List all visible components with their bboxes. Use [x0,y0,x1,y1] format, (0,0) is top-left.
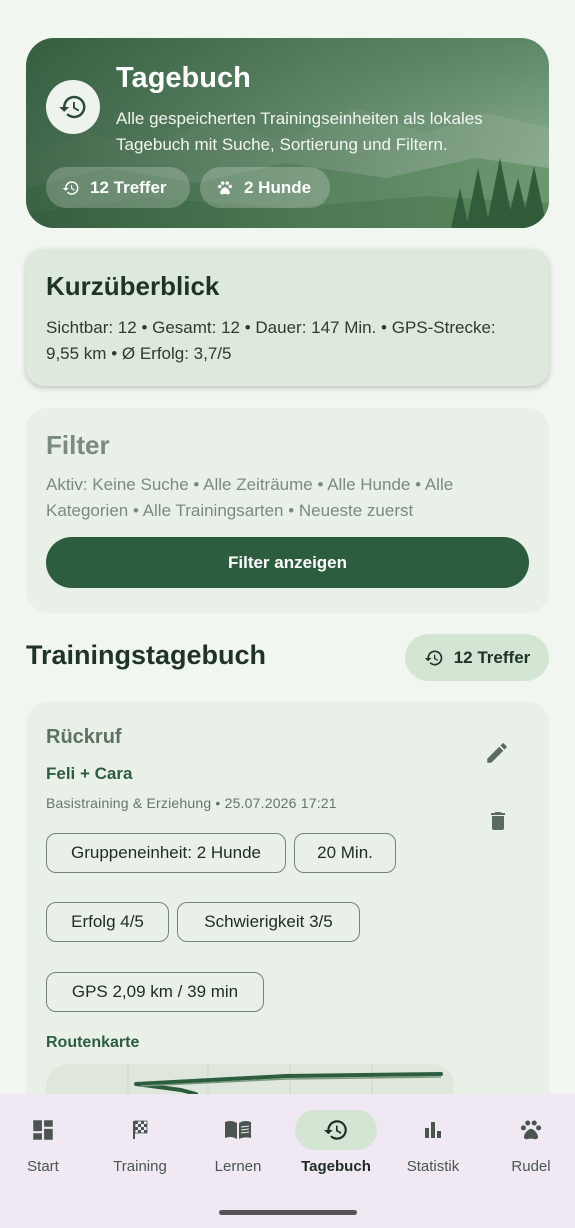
dashboard-icon [2,1110,84,1150]
show-filter-button[interactable]: Filter anzeigen [46,537,529,588]
nav-item-training[interactable]: Training [92,1094,188,1190]
overview-card: Kurzüberblick Sichtbar: 12 • Gesamt: 12 … [26,249,549,386]
nav-label-start: Start [27,1158,59,1175]
entry-dogs: Feli + Cara [46,764,133,783]
nav-item-tagebuch[interactable]: Tagebuch [288,1094,384,1190]
history-icon [62,180,79,195]
route-map-label: Routenkarte [46,1034,140,1051]
tag-group-unit: Gruppeneinheit: 2 Hunde [46,833,286,873]
tag-duration: 20 Min. [294,833,396,873]
history-icon [46,80,100,134]
nav-label-tagebuch: Tagebuch [301,1158,371,1175]
nav-label-lernen: Lernen [214,1158,262,1175]
tag-difficulty: Schwierigkeit 3/5 [177,902,360,942]
hero-banner: Tagebuch Alle gespeicherten Trainingsein… [26,38,549,228]
nav-item-rudel[interactable]: Rudel [483,1094,575,1190]
entry-title: Rückruf [46,726,122,748]
bar-chart-icon [392,1110,474,1150]
tag-gps: GPS 2,09 km / 39 min [46,972,264,1012]
nav-label-rudel: Rudel [511,1158,551,1175]
nav-item-lernen[interactable]: Lernen [190,1094,286,1190]
home-indicator[interactable] [219,1210,357,1215]
dogs-chip-label: 2 Hunde [244,177,312,197]
edit-icon[interactable] [484,740,510,771]
nav-label-statistik: Statistik [406,1158,460,1175]
hero-subtitle: Alle gespeicherten Trainingseinheiten al… [116,109,483,154]
training-entry-card[interactable]: Rückruf Feli + Cara Basistraining & Erzi… [26,702,549,1122]
nav-item-start[interactable]: Start [0,1094,91,1190]
section-results-label: 12 Treffer [453,647,531,667]
section-results-chip[interactable]: 12 Treffer [405,634,549,681]
results-chip-label: 12 Treffer [90,177,167,197]
filter-summary: Aktiv: Keine Suche • Alle Zeiträume • Al… [46,475,454,520]
filter-title: Filter [46,430,110,460]
nav-label-training: Training [113,1158,167,1175]
entry-meta: Basistraining & Erziehung • 25.07.2026 1… [46,795,337,811]
bottom-navigation: Start Training Lernen Tagebuch Statistik… [0,1094,575,1228]
flag-icon [99,1110,181,1150]
section-title: Trainingstagebuch [26,640,267,670]
history-icon [424,650,443,665]
results-chip[interactable]: 12 Treffer [46,167,190,208]
overview-title: Kurzüberblick [46,271,220,301]
paw-icon [218,180,232,194]
dogs-chip[interactable]: 2 Hunde [200,167,330,208]
history-icon [295,1110,377,1150]
hero-title: Tagebuch [116,62,251,94]
paw-icon [490,1110,572,1150]
nav-item-statistik[interactable]: Statistik [385,1094,481,1190]
overview-text: Sichtbar: 12 • Gesamt: 12 • Dauer: 147 M… [46,318,496,363]
book-icon [197,1110,279,1150]
tag-success: Erfolg 4/5 [46,902,169,942]
delete-icon[interactable] [486,808,510,839]
filter-card: Filter Aktiv: Keine Suche • Alle Zeiträu… [26,408,549,613]
